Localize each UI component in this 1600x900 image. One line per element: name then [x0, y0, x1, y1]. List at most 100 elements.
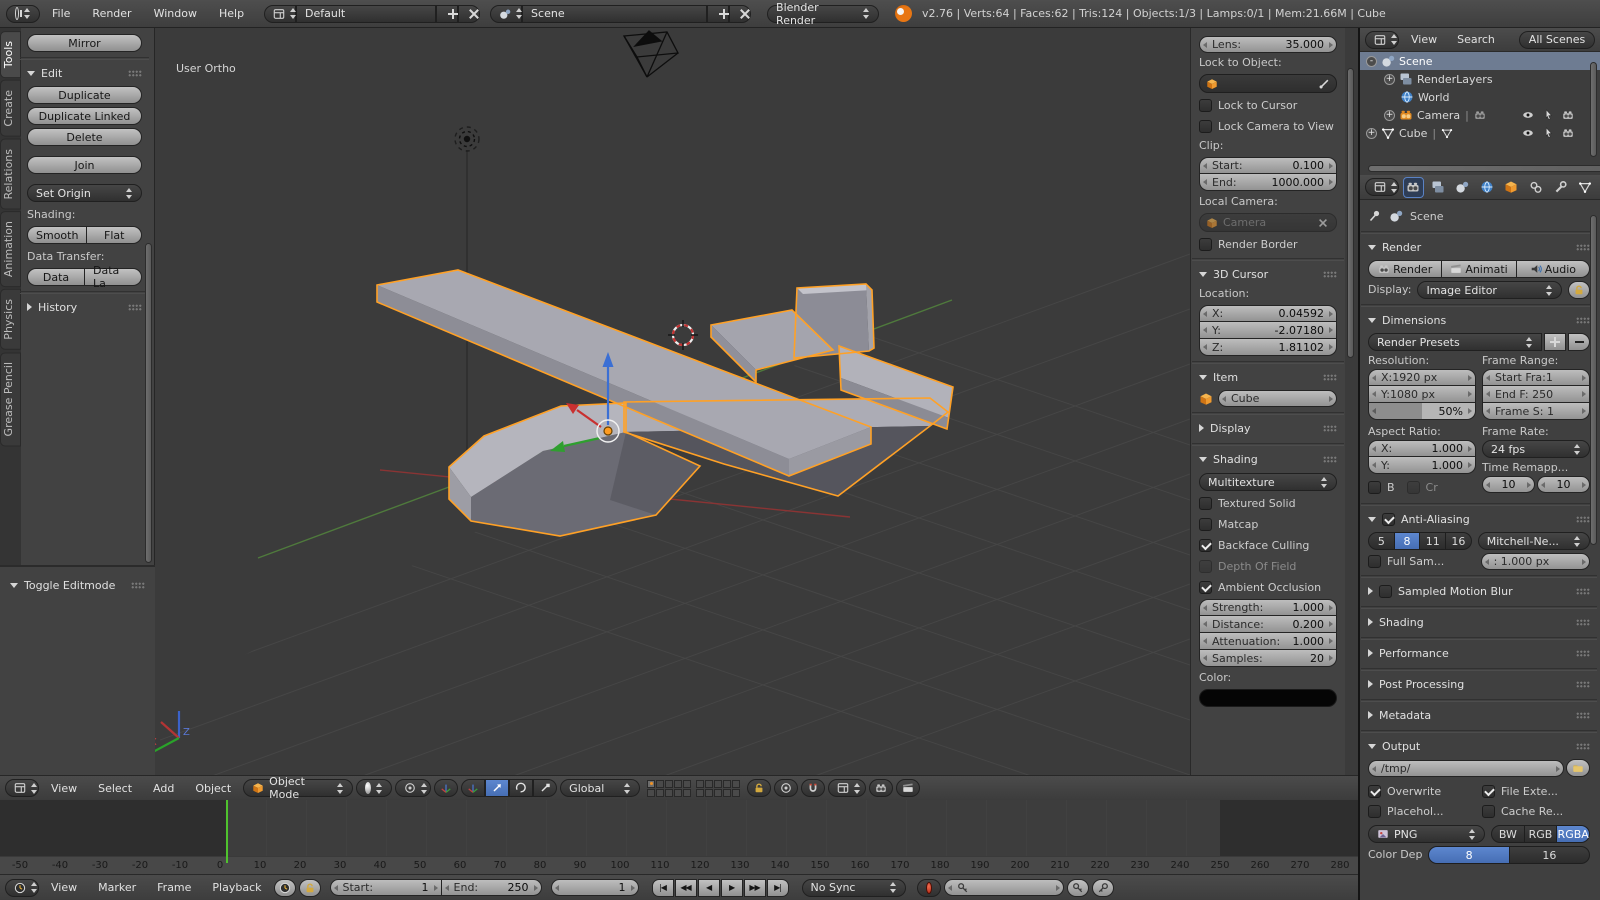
menu-object[interactable]: Object	[186, 782, 240, 795]
pivot-select[interactable]	[395, 779, 431, 797]
aa-sample-8[interactable]: 8	[1395, 532, 1421, 550]
expand-icon[interactable]: +	[1384, 110, 1395, 121]
output-path-field[interactable]: /tmp/	[1368, 760, 1564, 777]
mirror-button[interactable]: Mirror	[27, 34, 142, 52]
tab-object[interactable]	[1501, 177, 1522, 198]
menu-view[interactable]: View	[42, 881, 86, 894]
screen-layout-name[interactable]: Default	[296, 5, 436, 23]
insert-keyframe-button[interactable]	[1067, 879, 1089, 897]
depth-16[interactable]: 16	[1510, 846, 1590, 864]
ao-attenuation-field[interactable]: Attenuation:1.000	[1199, 633, 1337, 650]
drag-grip-icon[interactable]	[128, 70, 142, 77]
frame-step-field[interactable]: Frame S: 1	[1482, 403, 1590, 420]
remap-old-field[interactable]: 10	[1482, 476, 1535, 493]
add-scene-button[interactable]	[707, 5, 729, 23]
viewport-3d[interactable]: User Ortho (1) Cube Z X Y Tools Create R…	[0, 28, 1358, 800]
delete-layout-button[interactable]	[458, 5, 480, 23]
render-engine-select[interactable]: Blender Render	[767, 5, 879, 23]
motion-blur-checkbox[interactable]	[1379, 585, 1392, 598]
render-audio-button[interactable]: Audio	[1517, 260, 1590, 278]
dimensions-panel-header[interactable]: Dimensions	[1368, 310, 1590, 330]
cursor-y-field[interactable]: Y:-2.07180	[1199, 322, 1337, 339]
overwrite-checkbox[interactable]	[1368, 785, 1381, 798]
border-checkbox[interactable]	[1368, 481, 1381, 494]
depth-of-field-checkbox[interactable]	[1199, 560, 1212, 573]
display-lock-button[interactable]	[1568, 281, 1590, 299]
opengl-render-button[interactable]	[869, 779, 893, 797]
menu-select[interactable]: Select	[89, 782, 141, 795]
tab-tools[interactable]: Tools	[0, 31, 21, 78]
cursor-panel-header[interactable]: 3D Cursor	[1199, 264, 1337, 284]
tab-constraints[interactable]	[1526, 177, 1547, 198]
drag-grip-icon[interactable]	[128, 304, 142, 311]
history-panel-header[interactable]: History	[27, 297, 142, 317]
ao-distance-field[interactable]: Distance:0.200	[1199, 616, 1337, 633]
menu-frame[interactable]: Frame	[148, 881, 200, 894]
resolution-x-field[interactable]: X:1920 px	[1368, 369, 1476, 386]
file-extensions-checkbox[interactable]	[1482, 785, 1495, 798]
color-depth-buttons[interactable]: 8 16	[1428, 846, 1590, 864]
file-format-select[interactable]: PNG	[1368, 825, 1485, 843]
menu-window[interactable]: Window	[144, 7, 207, 20]
selectability-pointer-icon[interactable]	[1542, 127, 1554, 139]
tab-world[interactable]	[1477, 177, 1498, 198]
cursor-x-field[interactable]: X:0.04592	[1199, 305, 1337, 322]
eyedropper-icon[interactable]	[1318, 78, 1330, 90]
frame-start-field[interactable]: Start Fra:1	[1482, 369, 1590, 386]
current-frame-indicator[interactable]	[226, 800, 228, 863]
remap-new-field[interactable]: 10	[1537, 476, 1590, 493]
next-keyframe-button[interactable]: ▶▶	[744, 879, 766, 897]
aa-samples-buttons[interactable]: 5 8 11 16	[1368, 532, 1472, 550]
layers-widget[interactable]	[647, 780, 740, 797]
ao-samples-field[interactable]: Samples:20	[1199, 650, 1337, 667]
expand-icon[interactable]: +	[1384, 74, 1395, 85]
play-reverse-button[interactable]: ◀	[698, 879, 720, 897]
cache-result-checkbox[interactable]	[1482, 805, 1495, 818]
resolution-percent-slider[interactable]: 50%	[1368, 403, 1476, 420]
operator-panel-header[interactable]: Toggle Editmode	[10, 575, 145, 595]
menu-marker[interactable]: Marker	[89, 881, 145, 894]
menu-file[interactable]: File	[42, 7, 80, 20]
scale-manipulator-button[interactable]	[533, 779, 557, 797]
delete-scene-button[interactable]	[729, 5, 751, 23]
add-layout-button[interactable]	[436, 5, 458, 23]
jump-to-end-button[interactable]: ▶|	[767, 879, 789, 897]
editor-type-button[interactable]	[5, 779, 39, 797]
outliner-row-camera[interactable]: + Camera |	[1360, 106, 1600, 124]
delete-button[interactable]: Delete	[27, 128, 142, 146]
lock-frame-range-button[interactable]	[299, 879, 321, 897]
ambient-occlusion-checkbox[interactable]	[1199, 581, 1212, 594]
selectability-pointer-icon[interactable]	[1542, 109, 1554, 121]
cursor-3d[interactable]	[668, 320, 698, 350]
mode-select[interactable]: Object Mode	[243, 779, 353, 797]
scene-name[interactable]: Scene	[522, 5, 707, 23]
aspect-x-field[interactable]: X:1.000	[1368, 440, 1476, 457]
motion-blur-panel-header[interactable]: Sampled Motion Blur	[1368, 581, 1590, 601]
tool-shelf-scrollbar[interactable]	[145, 243, 152, 563]
menu-search[interactable]: Search	[1449, 33, 1503, 46]
render-restrict-icon[interactable]	[1562, 109, 1574, 121]
clip-end-field[interactable]: End:1000.000	[1199, 174, 1337, 191]
outliner-row-cube[interactable]: + Cube |	[1360, 124, 1600, 142]
cursor-z-field[interactable]: Z:1.81102	[1199, 339, 1337, 356]
crop-checkbox[interactable]	[1407, 481, 1420, 494]
menu-help[interactable]: Help	[209, 7, 254, 20]
lens-field[interactable]: Lens:35.000	[1199, 36, 1337, 53]
duplicate-linked-button[interactable]: Duplicate Linked	[27, 107, 142, 125]
local-camera-field[interactable]: Camera	[1199, 213, 1337, 232]
manipulator-toggle[interactable]	[434, 779, 458, 797]
keying-set-field[interactable]	[944, 879, 1064, 896]
editor-type-button[interactable]	[5, 879, 39, 897]
lock-camera-checkbox[interactable]	[1199, 120, 1212, 133]
mode-rgba[interactable]: RGBA	[1557, 825, 1590, 843]
item-name-field[interactable]: Cube	[1218, 390, 1337, 407]
placeholders-checkbox[interactable]	[1368, 805, 1381, 818]
tab-scene[interactable]	[1452, 177, 1473, 198]
aa-filter-select[interactable]: Mitchell-Ne...	[1478, 532, 1590, 550]
camera-object[interactable]	[624, 31, 678, 77]
item-panel-header[interactable]: Item	[1199, 367, 1337, 387]
jump-to-start-button[interactable]: |◀	[652, 879, 674, 897]
render-display-select[interactable]: Image Editor	[1417, 281, 1562, 299]
metadata-panel-header[interactable]: Metadata	[1368, 705, 1590, 725]
color-mode-buttons[interactable]: BW RGB RGBA	[1491, 825, 1590, 843]
